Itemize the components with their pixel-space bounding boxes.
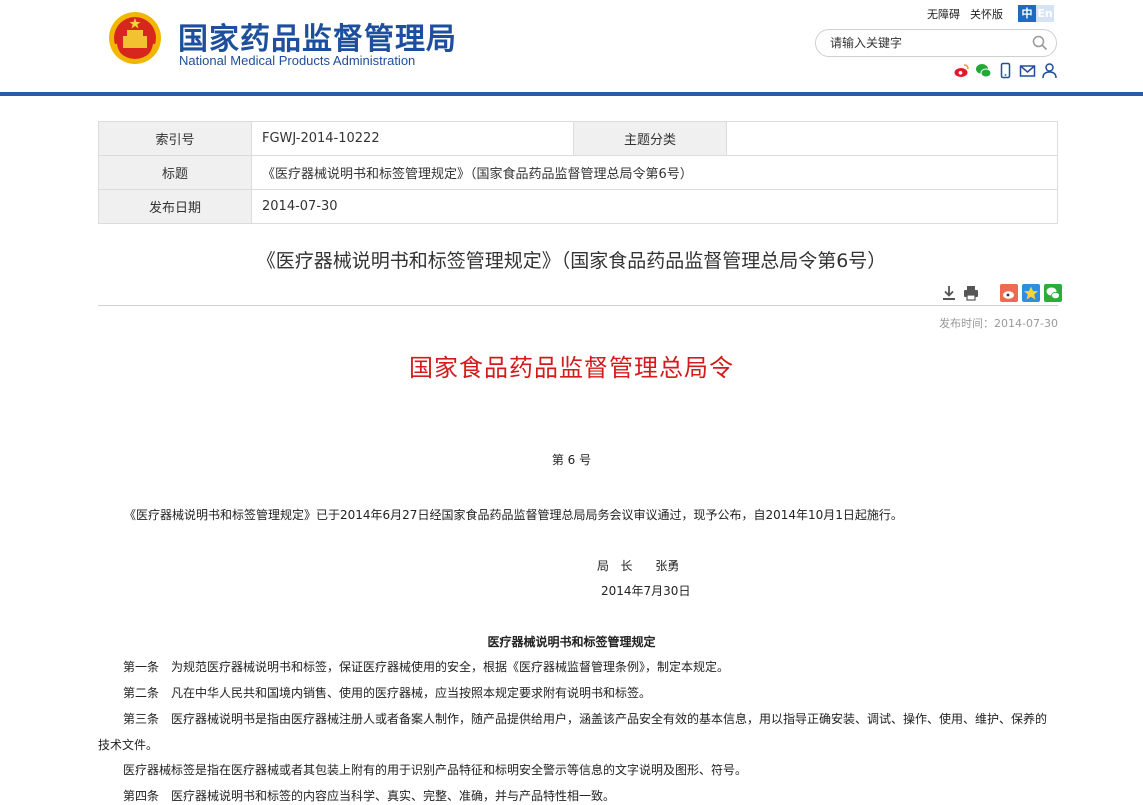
title-label: 标题	[98, 155, 252, 190]
weibo-icon[interactable]	[953, 62, 970, 79]
header-divider	[0, 92, 1143, 96]
article-paragraph: 第一条 为规范医疗器械说明书和标签，保证医疗器械使用的安全，根据《医疗器械监督管…	[123, 660, 730, 674]
article-paragraph: 医疗器械标签是指在医疗器械或者其包装上附有的用于识别产品特征和标明安全警示等信息…	[123, 763, 748, 777]
search-icon[interactable]	[1032, 35, 1048, 51]
title-divider	[98, 305, 1058, 306]
care-mode-link[interactable]: 关怀版	[970, 6, 1003, 22]
index-label: 索引号	[98, 121, 252, 156]
lang-english-button[interactable]: En	[1036, 5, 1054, 22]
wechat-icon[interactable]	[975, 62, 992, 79]
announcement-text: 《医疗器械说明书和标签管理规定》已于2014年6月27日经国家食品药品监督管理总…	[124, 508, 903, 522]
social-links	[953, 62, 1058, 79]
share-wechat-icon[interactable]	[1044, 284, 1062, 302]
download-icon[interactable]	[940, 284, 958, 302]
table-row: 发布日期 2014-07-30	[98, 189, 1058, 224]
sign-date: 2014年7月30日	[601, 584, 691, 598]
national-emblem-icon[interactable]	[107, 10, 163, 66]
title-value: 《医疗器械说明书和标签管理规定》（国家食品药品监督管理总局令第6号）	[251, 155, 1058, 190]
site-header: 国家药品监督管理局 National Medical Products Admi…	[0, 0, 1143, 92]
table-row: 标题 《医疗器械说明书和标签管理规定》（国家食品药品监督管理总局令第6号）	[98, 155, 1058, 190]
date-value: 2014-07-30	[251, 189, 1058, 224]
top-links: 无障碍 关怀版	[927, 6, 1003, 22]
index-value: FGWJ-2014-10222	[251, 121, 574, 156]
article-paragraph: 第二条 凡在中华人民共和国境内销售、使用的医疗器械，应当按照本规定要求附有说明书…	[123, 686, 652, 700]
search-box	[815, 29, 1057, 57]
category-label: 主题分类	[573, 121, 727, 156]
accessibility-link[interactable]: 无障碍	[927, 6, 960, 22]
article-tools	[940, 284, 1062, 302]
user-icon[interactable]	[1041, 62, 1058, 79]
info-table: 索引号 FGWJ-2014-10222 主题分类 标题 《医疗器械说明书和标签管…	[98, 121, 1058, 224]
share-qzone-icon[interactable]	[1022, 284, 1040, 302]
language-switch: 中 En	[1018, 5, 1054, 22]
mail-icon[interactable]	[1019, 62, 1036, 79]
article-paragraph: 第四条 医疗器械说明书和标签的内容应当科学、真实、完整、准确，并与产品特性相一致…	[123, 789, 616, 803]
category-value	[726, 121, 1058, 156]
table-row: 索引号 FGWJ-2014-10222 主题分类	[98, 121, 1058, 156]
article-title: 《医疗器械说明书和标签管理规定》（国家食品药品监督管理总局令第6号）	[256, 250, 887, 272]
site-title[interactable]: 国家药品监督管理局	[178, 14, 457, 58]
signer: 局 长 张勇	[597, 559, 680, 573]
lang-chinese-button[interactable]: 中	[1018, 5, 1036, 22]
search-input[interactable]	[830, 34, 1030, 52]
regulation-title: 医疗器械说明书和标签管理规定	[487, 635, 656, 649]
publish-time: 发布时间：2014-07-30	[939, 317, 1058, 330]
share-weibo-icon[interactable]	[1000, 284, 1018, 302]
date-label: 发布日期	[98, 189, 252, 224]
order-heading: 国家食品药品监督管理总局令	[409, 354, 734, 382]
print-icon[interactable]	[962, 284, 980, 302]
mobile-icon[interactable]	[997, 62, 1014, 79]
site-title-en[interactable]: National Medical Products Administration	[179, 53, 415, 68]
order-number: 第 6 号	[551, 453, 592, 467]
article-paragraph: 第三条 医疗器械说明书是指由医疗器械注册人或者备案人制作，随产品提供给用户，涵盖…	[98, 712, 1048, 752]
